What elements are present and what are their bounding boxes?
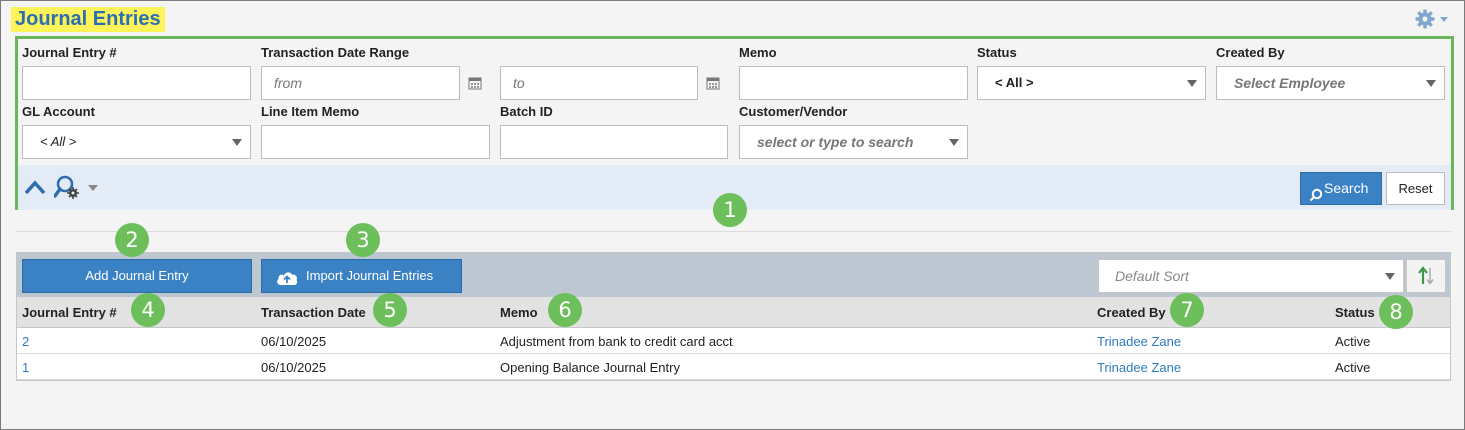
annotation-badge: 3 <box>346 223 380 257</box>
journal-entry-input[interactable] <box>22 66 251 100</box>
customer-vendor-select[interactable]: select or type to search <box>739 125 968 159</box>
created-by-label: Created By <box>1216 45 1285 60</box>
journal-entry-link[interactable]: 2 <box>22 334 29 349</box>
customer-vendor-label: Customer/Vendor <box>739 104 848 119</box>
memo-input[interactable] <box>739 66 968 100</box>
date-from-input[interactable]: from <box>261 66 460 100</box>
annotation-badge: 4 <box>131 293 165 327</box>
chevron-up-icon[interactable] <box>24 178 46 196</box>
chevron-down-icon <box>949 139 959 146</box>
table-row[interactable]: 2 06/10/2025 Adjustment from bank to cre… <box>17 328 1450 354</box>
journal-entries-grid: Add Journal Entry Import Journal Entries… <box>16 252 1451 381</box>
gl-account-label: GL Account <box>22 104 95 119</box>
transaction-date-cell: 06/10/2025 <box>261 334 327 349</box>
created-by-placeholder: Select Employee <box>1234 75 1346 91</box>
search-settings-icon[interactable] <box>53 175 100 201</box>
annotation-badge: 6 <box>548 293 582 327</box>
memo-cell: Opening Balance Journal Entry <box>500 360 680 375</box>
calendar-icon[interactable] <box>706 76 720 90</box>
annotation-badge: 1 <box>713 193 747 227</box>
created-by-link[interactable]: Trinadee Zane <box>1097 334 1181 349</box>
chevron-down-icon <box>1385 273 1395 280</box>
status-cell: Active <box>1335 334 1371 349</box>
annotation-badge: 8 <box>1379 295 1413 329</box>
annotation-badge: 5 <box>373 293 407 327</box>
gear-icon[interactable] <box>1415 9 1449 29</box>
chevron-down-icon <box>232 139 242 146</box>
annotation-badge: 7 <box>1170 293 1204 327</box>
journal-entry-label: Journal Entry # <box>22 45 117 60</box>
column-header-created-by[interactable]: Created By <box>1097 305 1166 320</box>
chevron-down-icon <box>1187 80 1197 87</box>
filter-panel: Journal Entry # Transaction Date Range M… <box>15 36 1454 210</box>
status-label: Status <box>977 45 1017 60</box>
created-by-select[interactable]: Select Employee <box>1216 66 1445 100</box>
page-title: Journal Entries <box>11 7 165 32</box>
transaction-date-cell: 06/10/2025 <box>261 360 327 375</box>
line-item-memo-input[interactable] <box>261 125 490 159</box>
gl-account-select[interactable]: < All > <box>22 125 251 159</box>
created-by-link[interactable]: Trinadee Zane <box>1097 360 1181 375</box>
calendar-icon[interactable] <box>468 76 482 90</box>
reset-button[interactable]: Reset <box>1386 172 1445 205</box>
annotation-badge: 2 <box>115 223 149 257</box>
date-range-label: Transaction Date Range <box>261 45 410 60</box>
line-item-memo-label: Line Item Memo <box>261 104 360 119</box>
import-button-label: Import Journal Entries <box>306 268 434 283</box>
memo-label: Memo <box>739 45 777 60</box>
status-cell: Active <box>1335 360 1371 375</box>
search-button-label: Search <box>1324 180 1369 196</box>
section-divider <box>16 231 1451 232</box>
customer-vendor-placeholder: select or type to search <box>757 134 914 150</box>
column-header-status[interactable]: Status <box>1335 305 1375 320</box>
batch-id-input[interactable] <box>500 125 728 159</box>
search-button[interactable]: Search <box>1300 172 1382 205</box>
batch-id-label: Batch ID <box>500 104 553 119</box>
table-header: Journal Entry # Transaction Date Memo Cr… <box>17 297 1450 328</box>
search-icon <box>1309 182 1323 202</box>
sort-arrows-icon[interactable] <box>1406 259 1446 293</box>
add-journal-entry-button[interactable]: Add Journal Entry <box>22 259 252 293</box>
chevron-down-icon <box>1426 80 1436 87</box>
memo-cell: Adjustment from bank to credit card acct <box>500 334 733 349</box>
table-row[interactable]: 1 06/10/2025 Opening Balance Journal Ent… <box>17 354 1450 380</box>
cloud-upload-icon <box>276 267 298 285</box>
column-header-journal-entry[interactable]: Journal Entry # <box>22 305 117 320</box>
status-select[interactable]: < All > <box>977 66 1206 100</box>
status-select-value: < All > <box>995 75 1034 90</box>
sort-placeholder: Default Sort <box>1115 268 1189 284</box>
column-header-memo[interactable]: Memo <box>500 305 538 320</box>
sort-select[interactable]: Default Sort <box>1098 259 1404 293</box>
column-header-transaction-date[interactable]: Transaction Date <box>261 305 366 320</box>
journal-entry-link[interactable]: 1 <box>22 360 29 375</box>
date-to-input[interactable]: to <box>500 66 698 100</box>
import-journal-entries-button[interactable]: Import Journal Entries <box>261 259 462 293</box>
gl-account-value: < All > <box>40 134 77 149</box>
grid-toolbar: Add Journal Entry Import Journal Entries… <box>17 253 1450 297</box>
